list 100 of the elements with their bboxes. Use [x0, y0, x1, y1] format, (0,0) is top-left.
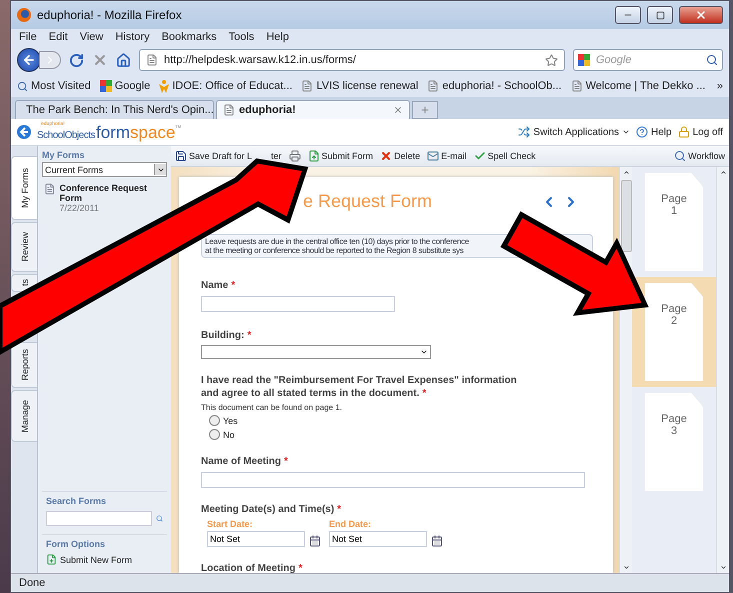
- scroll-down-icon[interactable]: [622, 564, 630, 571]
- toolbar-button[interactable]: Workflow: [674, 150, 725, 162]
- option-link[interactable]: Submit New Form: [46, 554, 163, 565]
- google-icon: [100, 80, 112, 92]
- toolbar-button[interactable]: Submit Form: [308, 150, 374, 162]
- text-field[interactable]: [201, 472, 585, 488]
- page-icon: [223, 104, 235, 116]
- form-title: e Request Form: [303, 191, 434, 212]
- side-tab[interactable]: Manage: [11, 390, 37, 442]
- form-icon: [44, 183, 56, 195]
- window-title: eduphoria! - Mozilla Firefox: [37, 8, 183, 22]
- print-icon: [288, 150, 301, 162]
- scroll-down-icon[interactable]: [720, 564, 726, 571]
- field-label: Location of Meeting *: [201, 563, 304, 573]
- search-icon[interactable]: [156, 513, 163, 524]
- date-field[interactable]: Not Set: [329, 531, 427, 547]
- panel-title: Search Forms: [46, 496, 108, 506]
- menu-item[interactable]: View: [80, 31, 104, 43]
- bookmark-item[interactable]: Welcome | The Dekko ...: [570, 80, 706, 92]
- field-label: I have read the "Reimbursement For Travel Expenses" information and agree to all stated terms in the document. *: [201, 375, 518, 400]
- scroll-up-icon[interactable]: [720, 169, 726, 176]
- most-visited-icon: [17, 80, 28, 92]
- calendar-icon[interactable]: [431, 535, 443, 547]
- back-button[interactable]: [17, 48, 41, 72]
- bookmark-item[interactable]: IDOE: Office of Educat...: [159, 80, 292, 92]
- close-button[interactable]: [679, 6, 723, 24]
- minimize-button[interactable]: [615, 6, 641, 24]
- google-icon: [578, 54, 590, 66]
- browser-tab[interactable]: eduphoria!: [216, 100, 410, 119]
- menu-item[interactable]: Tools: [228, 31, 254, 43]
- delete-icon: [380, 150, 392, 162]
- form-name[interactable]: Conference Request Form: [59, 183, 167, 203]
- switch-icon: [518, 126, 530, 138]
- home-button[interactable]: [116, 52, 131, 68]
- menu-item[interactable]: Edit: [48, 31, 68, 43]
- page-thumbnail[interactable]: Page 2: [632, 277, 716, 387]
- back-icon[interactable]: [17, 125, 31, 139]
- caret-icon: [420, 348, 428, 356]
- header-link[interactable]: Help: [636, 126, 672, 138]
- field-label: Name of Meeting *: [201, 456, 289, 468]
- close-tab-icon[interactable]: [393, 105, 403, 115]
- menu-item[interactable]: File: [19, 31, 37, 43]
- menu-item[interactable]: Help: [266, 31, 289, 43]
- spell-check-icon: [474, 150, 486, 162]
- menu-item[interactable]: Bookmarks: [162, 31, 217, 43]
- upload-icon: [308, 150, 320, 162]
- date-label: Start Date:: [207, 519, 254, 529]
- search-field[interactable]: Google: [573, 49, 723, 71]
- radio-option[interactable]: No: [209, 429, 593, 440]
- toolbar-button[interactable]: Delete: [380, 150, 420, 162]
- plus-icon: [420, 105, 430, 115]
- side-tab[interactable]: Reports: [11, 342, 37, 388]
- search-icon: [674, 150, 686, 162]
- search-forms-field[interactable]: [46, 511, 152, 526]
- menu-item[interactable]: History: [115, 31, 150, 43]
- help-icon: [636, 126, 648, 138]
- figure-icon: [159, 80, 170, 92]
- toolbar-text: ter: [271, 151, 282, 161]
- search-icon[interactable]: [706, 54, 718, 66]
- panel-title: Form Options: [46, 539, 106, 549]
- status-text: Done: [11, 573, 729, 592]
- browser-tab[interactable]: The Park Bench: In This Nerd's Opin...: [15, 100, 214, 119]
- firefox-icon: [17, 8, 31, 22]
- save-icon: [175, 150, 187, 162]
- bookmark-item[interactable]: Google: [100, 80, 150, 92]
- header-link[interactable]: Switch Applications: [518, 126, 630, 138]
- scrollbar-thumb[interactable]: [620, 180, 632, 252]
- page-icon: [570, 80, 583, 92]
- bookmark-star-icon[interactable]: [545, 54, 558, 66]
- more-bookmarks-button[interactable]: »: [716, 80, 723, 92]
- scroll-up-icon[interactable]: [622, 169, 630, 176]
- page-icon: [146, 54, 158, 66]
- page-icon: [427, 80, 440, 92]
- radio-option[interactable]: Yes: [209, 415, 593, 426]
- bookmark-item[interactable]: LVIS license renewal: [301, 80, 418, 92]
- address-field[interactable]: http://helpdesk.warsaw.k12.in.us/forms/: [139, 49, 565, 71]
- bookmark-item[interactable]: Most Visited: [17, 80, 91, 92]
- header-link[interactable]: Log off: [678, 126, 723, 138]
- toolbar-button[interactable]: Save Draft for L: [175, 150, 252, 162]
- building-select[interactable]: [201, 345, 431, 359]
- date-field[interactable]: Not Set: [207, 531, 305, 547]
- filter-select[interactable]: Current Forms: [42, 162, 167, 177]
- form-date: 7/22/2011: [59, 203, 100, 213]
- side-tab[interactable]: My Forms: [11, 156, 37, 220]
- bookmark-item[interactable]: eduphoria! - SchoolOb...: [427, 80, 562, 92]
- date-label: End Date:: [329, 519, 372, 529]
- toolbar-button[interactable]: Spell Check: [474, 150, 536, 162]
- lock-icon: [678, 126, 690, 138]
- calendar-icon[interactable]: [309, 535, 321, 547]
- reload-button[interactable]: [69, 52, 84, 68]
- panel-title: My Forms: [42, 150, 86, 160]
- mail-icon: [427, 150, 440, 162]
- page-icon: [301, 80, 314, 92]
- maximize-button[interactable]: [647, 6, 673, 24]
- name-field[interactable]: [201, 296, 395, 312]
- field-label: Building: *: [201, 330, 252, 342]
- print-button[interactable]: [288, 150, 301, 162]
- toolbar-button[interactable]: E-mail: [427, 150, 467, 162]
- side-tab[interactable]: Review: [11, 222, 37, 272]
- field-hint: This document can be found on page 1.: [201, 403, 343, 412]
